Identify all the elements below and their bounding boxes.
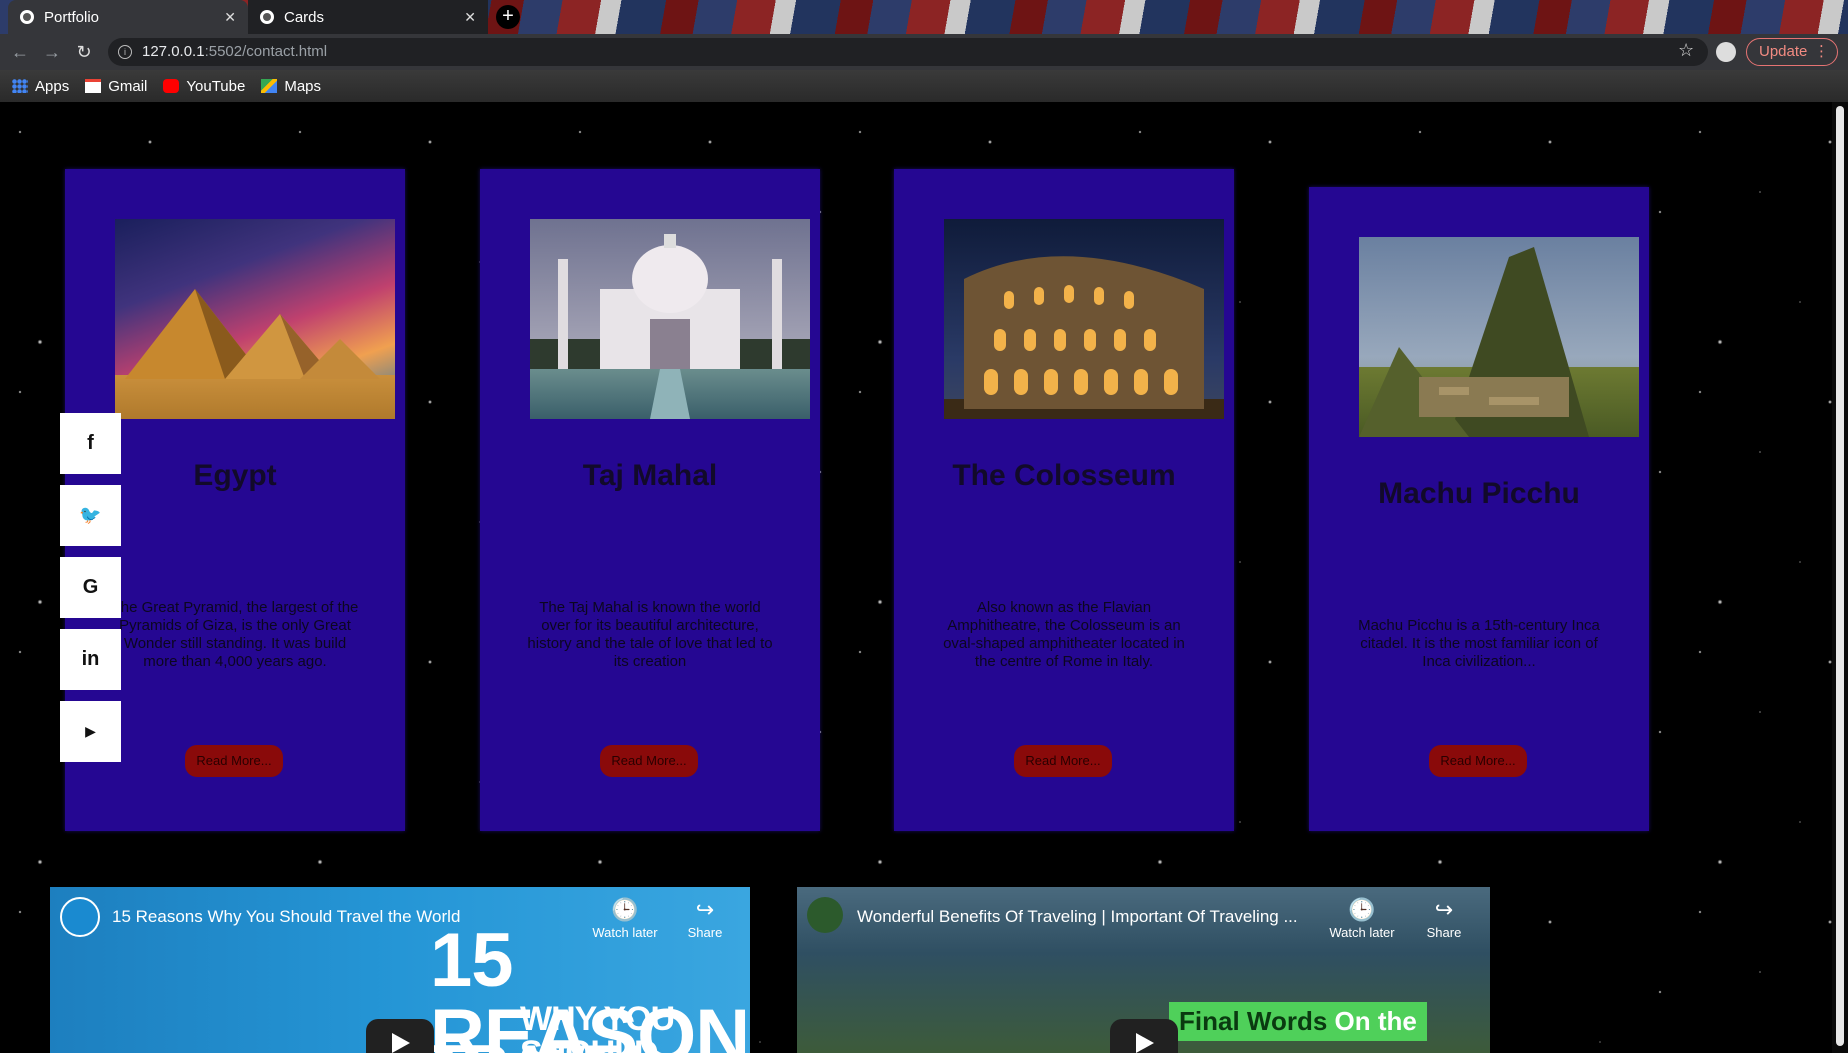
linkedin-link[interactable]: in <box>60 629 121 690</box>
twitter-link[interactable]: 🐦 <box>60 485 121 546</box>
bookmark-apps[interactable]: Apps <box>12 78 69 95</box>
bookmarks-bar: Apps Gmail YouTube Maps <box>0 70 1848 102</box>
tab-strip: Portfolio ✕ Cards ✕ + <box>0 0 1848 34</box>
google-icon: G <box>82 576 99 598</box>
channel-crown-icon[interactable] <box>60 897 100 937</box>
address-bar[interactable]: i 127.0.0.1:5502/contact.html <box>108 38 1708 66</box>
clock-icon: 🕒 <box>611 897 639 922</box>
gmail-icon <box>85 79 102 93</box>
tab-cards[interactable]: Cards ✕ <box>248 0 488 34</box>
play-button[interactable] <box>1110 1019 1178 1053</box>
share-label: Share <box>687 925 723 940</box>
watch-later-button[interactable]: 🕒 Watch later <box>590 897 660 940</box>
menu-dots-icon: ⋮ <box>1814 43 1829 60</box>
facebook-icon: f <box>87 432 94 454</box>
close-icon[interactable]: ✕ <box>464 9 476 26</box>
share-button[interactable]: ↪ Share <box>670 897 740 940</box>
tab-title: Portfolio <box>44 8 100 26</box>
maps-icon <box>261 79 278 93</box>
egypt-pyramids-image <box>115 219 395 419</box>
bookmark-label: YouTube <box>186 77 246 95</box>
update-label: Update <box>1759 43 1808 60</box>
scrollbar-thumb[interactable] <box>1836 106 1844 1046</box>
twitter-icon: 🐦 <box>79 505 102 525</box>
info-icon[interactable]: i <box>118 45 132 59</box>
new-tab-button[interactable]: + <box>496 5 520 29</box>
taj-mahal-image <box>530 219 810 419</box>
colosseum-image <box>944 219 1224 419</box>
video-embed-1[interactable]: 15 Reasons Why You Should Travel the Wor… <box>50 887 750 1053</box>
thumbnail-caption: Final Words On the <box>1169 1002 1427 1041</box>
card-title: Taj Mahal <box>582 459 718 492</box>
globe-icon <box>20 10 34 24</box>
bookmark-label: Maps <box>284 77 322 95</box>
video-embed-2[interactable]: Wonderful Benefits Of Traveling | Import… <box>797 887 1490 1053</box>
machu-picchu-illustration <box>1359 247 1589 437</box>
share-button[interactable]: ↪ Share <box>1409 897 1479 940</box>
taj-mahal-illustration <box>558 234 782 419</box>
card-machu-picchu: Machu Picchu Machu Picchu is a 15th-cent… <box>1309 187 1649 831</box>
read-more-button[interactable]: Read More... <box>185 745 283 777</box>
thumbnail-caption-3: TRAVEL <box>430 1037 661 1053</box>
bookmark-label: Apps <box>35 77 70 95</box>
channel-logo-icon[interactable] <box>807 897 843 933</box>
bookmark-youtube[interactable]: YouTube <box>163 78 245 95</box>
caption-part-b: On the <box>1334 1006 1417 1036</box>
bookmark-maps[interactable]: Maps <box>261 78 321 95</box>
browser-toolbar: ← → ↻ i 127.0.0.1:5502/contact.html ☆ Up… <box>0 34 1848 70</box>
clock-icon: 🕒 <box>1348 897 1376 922</box>
card-description: Machu Picchu is a 15th-century Inca cita… <box>1358 617 1600 670</box>
card-description: The Great Pyramid, the largest of the Py… <box>111 599 359 670</box>
watch-later-label: Watch later <box>1329 925 1395 940</box>
read-more-button[interactable]: Read More... <box>1014 745 1112 777</box>
close-icon[interactable]: ✕ <box>224 9 236 26</box>
card-taj-mahal: Taj Mahal The Taj Mahal is known the wor… <box>480 169 820 831</box>
apps-grid-icon <box>12 79 28 93</box>
linkedin-icon: in <box>81 648 100 670</box>
share-label: Share <box>1426 925 1462 940</box>
play-button[interactable] <box>366 1019 434 1053</box>
share-arrow-icon: ↪ <box>695 897 715 922</box>
tab-portfolio[interactable]: Portfolio ✕ <box>8 0 248 34</box>
read-more-button[interactable]: Read More... <box>600 745 698 777</box>
tab-title: Cards <box>284 8 325 26</box>
card-title: The Colosseum <box>952 459 1176 492</box>
forward-icon[interactable]: → <box>40 40 64 64</box>
machu-picchu-image <box>1359 237 1639 437</box>
page-viewport: Egypt The Great Pyramid, the largest of … <box>0 102 1848 1053</box>
bookmark-gmail[interactable]: Gmail <box>85 78 147 95</box>
facebook-link[interactable]: f <box>60 413 121 474</box>
profile-avatar-icon[interactable] <box>1716 42 1736 62</box>
card-description: Also known as the Flavian Amphitheatre, … <box>943 599 1185 670</box>
globe-icon <box>260 10 274 24</box>
pyramids-illustration <box>125 289 380 379</box>
watch-later-label: Watch later <box>592 925 658 940</box>
card-colosseum: The Colosseum Also known as the Flavian … <box>894 169 1234 831</box>
back-icon[interactable]: ← <box>8 40 32 64</box>
video-title[interactable]: 15 Reasons Why You Should Travel the Wor… <box>112 907 460 927</box>
page-scrollbar[interactable] <box>1832 102 1848 1053</box>
youtube-icon <box>163 79 180 93</box>
watch-later-button[interactable]: 🕒 Watch later <box>1327 897 1397 940</box>
bookmark-label: Gmail <box>108 77 148 95</box>
youtube-link[interactable]: ▶ <box>60 701 121 762</box>
colosseum-illustration <box>964 256 1204 409</box>
share-arrow-icon: ↪ <box>1434 897 1454 922</box>
bookmark-star-icon[interactable]: ☆ <box>1678 40 1694 61</box>
url-path: :5502/contact.html <box>204 43 328 60</box>
video-title[interactable]: Wonderful Benefits Of Traveling | Import… <box>857 907 1298 927</box>
caption-part-a: Final Words <box>1179 1006 1328 1036</box>
update-button[interactable]: Update ⋮ <box>1746 38 1838 66</box>
reload-icon[interactable]: ↻ <box>72 40 96 64</box>
youtube-icon: ▶ <box>85 723 96 739</box>
url-host: 127.0.0.1 <box>142 43 205 60</box>
google-link[interactable]: G <box>60 557 121 618</box>
card-title: Machu Picchu <box>1378 477 1580 510</box>
read-more-button[interactable]: Read More... <box>1429 745 1527 777</box>
card-description: The Taj Mahal is known the world over fo… <box>527 599 773 670</box>
